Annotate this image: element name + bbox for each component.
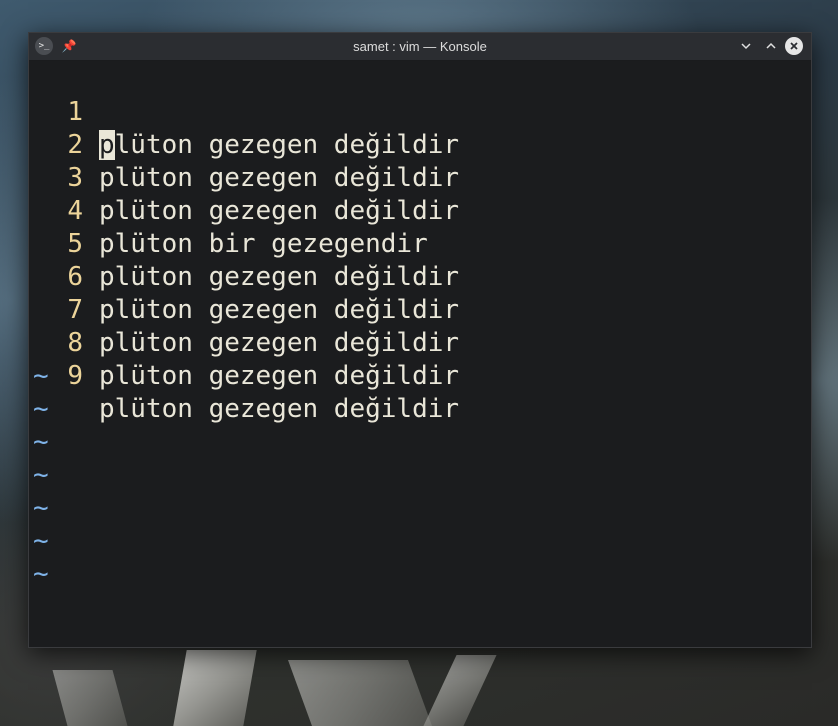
minimize-button[interactable] — [737, 37, 755, 55]
empty-line-marker: ~ — [33, 394, 49, 424]
line-text: plüton gezegen değildir — [99, 129, 459, 162]
editor-line: 6 plüton gezegen değildir — [29, 228, 459, 325]
empty-line-marker: ~ — [33, 559, 49, 589]
title-bar[interactable]: >_ 📌 samet : vim — Konsole — [29, 33, 811, 61]
line-text: plüton gezegen değildir — [99, 262, 460, 292]
line-text: plüton bir gezegendir — [99, 229, 428, 259]
empty-line-marker: ~ — [33, 526, 49, 556]
empty-line-marker: ~ — [33, 361, 49, 391]
editor-line: 3 plüton gezegen değildir — [29, 129, 459, 226]
close-icon — [790, 42, 798, 50]
editor-line: 7 plüton gezegen değildir — [29, 261, 459, 358]
close-button[interactable] — [785, 37, 803, 55]
maximize-button[interactable] — [762, 37, 780, 55]
line-text-rest: lüton gezegen değildir — [114, 130, 460, 160]
vim-editor-area[interactable]: 1 plüton gezegen değildir 2 plüton gezeg… — [29, 61, 811, 647]
empty-line-marker: ~ — [33, 460, 49, 490]
line-text: plüton gezegen değildir — [99, 295, 460, 325]
wallpaper-debris — [287, 660, 433, 726]
chevron-up-icon — [766, 42, 776, 49]
line-text: plüton gezegen değildir — [99, 361, 460, 391]
editor-line: 5 plüton gezegen değildir — [29, 195, 459, 292]
editor-line: 2 plüton gezegen değildir — [29, 96, 459, 193]
chevron-down-icon — [741, 43, 751, 50]
empty-line-marker: ~ — [33, 427, 49, 457]
editor-line: 1 plüton gezegen değildir — [29, 63, 459, 160]
window-title: samet : vim — Konsole — [353, 39, 487, 54]
editor-line: 4 plüton bir gezegendir — [29, 162, 427, 259]
editor-line: 9 plüton gezegen değildir — [29, 327, 459, 424]
konsole-window[interactable]: >_ 📌 samet : vim — Konsole 1 plüton geze… — [28, 32, 812, 648]
editor-line: 8 plüton gezegen değildir — [29, 294, 459, 391]
line-number: 9 — [67, 361, 83, 391]
line-text: plüton gezegen değildir — [99, 328, 460, 358]
wallpaper-debris — [423, 655, 497, 726]
line-text: plüton gezegen değildir — [99, 196, 460, 226]
line-text: plüton gezegen değildir — [99, 163, 460, 193]
wallpaper-debris — [52, 670, 128, 726]
wallpaper-debris — [173, 650, 257, 726]
empty-line-marker: ~ — [33, 493, 49, 523]
line-text: plüton gezegen değildir — [99, 394, 460, 424]
